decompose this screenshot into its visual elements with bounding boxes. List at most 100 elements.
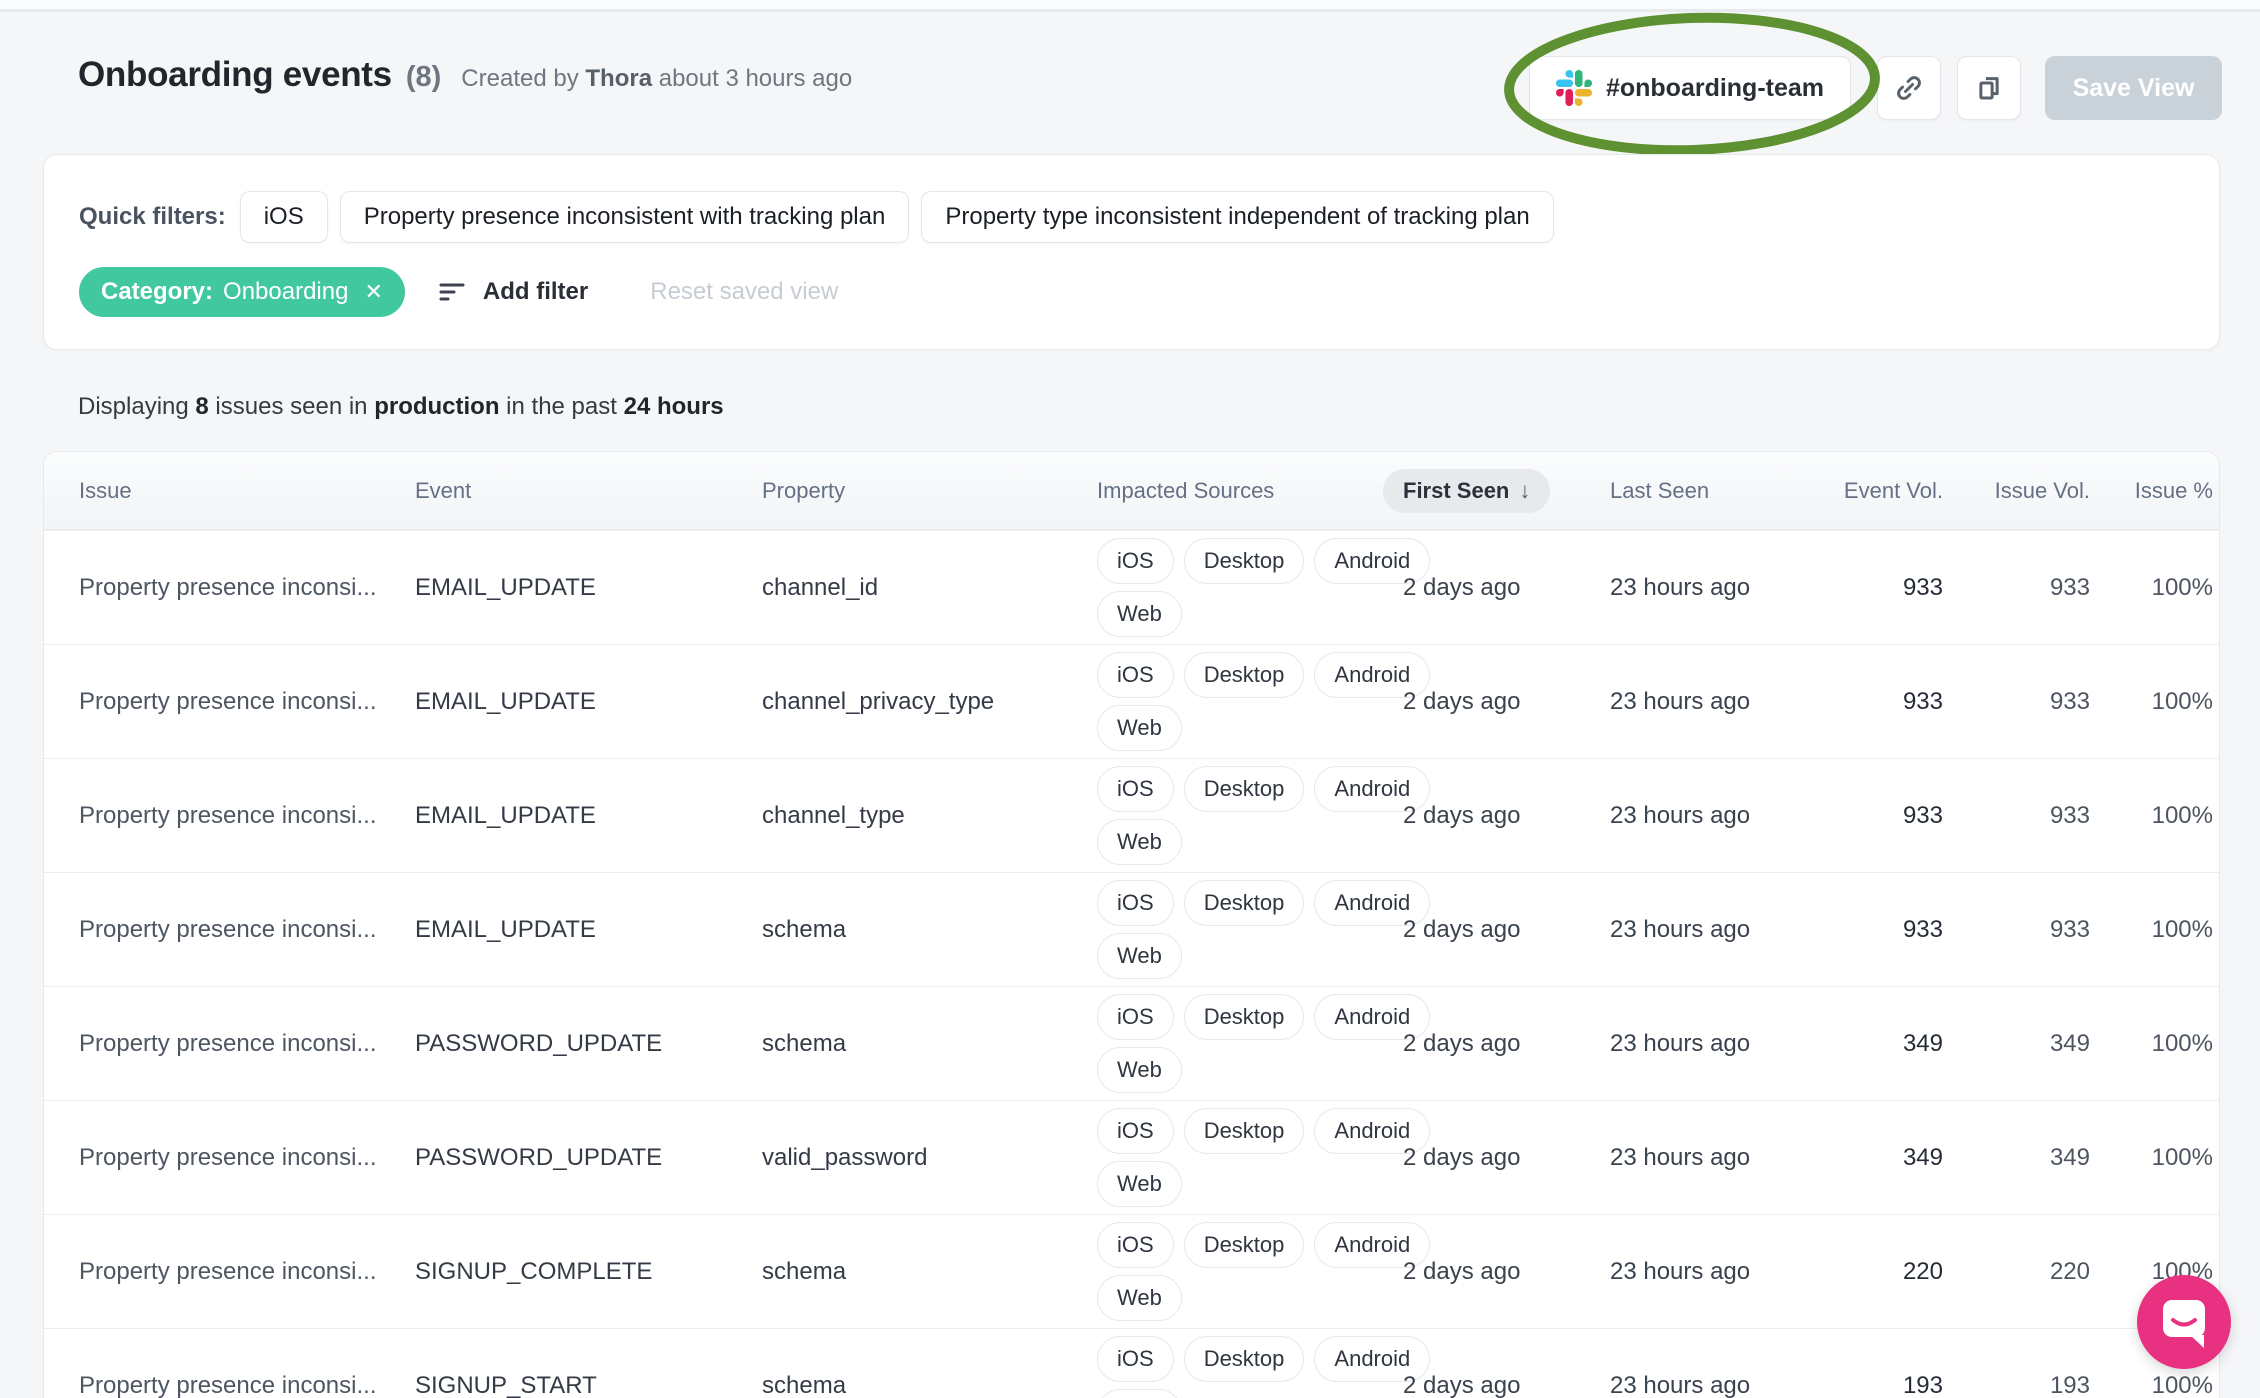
column-header-property[interactable]: Property xyxy=(762,478,1097,504)
issue-vol-cell: 349 xyxy=(2049,1029,2090,1057)
first-seen-cell: 2 days ago xyxy=(1403,1143,1521,1171)
table-row[interactable]: Property presence inconsi... EMAIL_UPDAT… xyxy=(44,644,2219,758)
quick-filter-button[interactable]: iOS xyxy=(239,191,328,243)
active-filters-row: Category: Onboarding ✕ Add filter Reset … xyxy=(79,267,838,317)
slack-icon xyxy=(1555,70,1592,106)
event-vol-cell: 933 xyxy=(1902,687,1943,715)
sort-pill[interactable]: First Seen ↓ xyxy=(1383,468,1551,513)
event-cell: SIGNUP_COMPLETE xyxy=(415,1257,653,1285)
table-row[interactable]: Property presence inconsi... PASSWORD_UP… xyxy=(44,1100,2219,1214)
source-pill: iOS xyxy=(1097,766,1174,812)
table-row[interactable]: Property presence inconsi... EMAIL_UPDAT… xyxy=(44,872,2219,986)
category-filter-chip[interactable]: Category: Onboarding ✕ xyxy=(79,267,405,317)
slack-channel-button[interactable]: #onboarding-team xyxy=(1529,56,1851,120)
issue-vol-cell: 933 xyxy=(2049,801,2090,829)
copy-icon xyxy=(1979,77,1999,100)
column-header-issue[interactable]: Issue xyxy=(79,478,415,504)
issue-cell: Property presence inconsi... xyxy=(79,1371,377,1398)
source-pill: Web xyxy=(1097,1275,1182,1321)
page-title: Onboarding events xyxy=(78,55,392,94)
source-pill: Web xyxy=(1097,705,1182,751)
first-seen-cell: 2 days ago xyxy=(1403,687,1521,715)
last-seen-cell: 23 hours ago xyxy=(1610,915,1751,943)
source-pill: iOS xyxy=(1097,1108,1174,1154)
source-pill: iOS xyxy=(1097,880,1174,926)
column-header-first-seen[interactable]: First Seen ↓ xyxy=(1383,468,1610,513)
issue-cell: Property presence inconsi... xyxy=(79,915,377,943)
source-pill: Web xyxy=(1097,819,1182,865)
column-header-issue-pct[interactable]: Issue % xyxy=(2090,478,2213,504)
source-pill: iOS xyxy=(1097,1222,1174,1268)
author-name: Thora xyxy=(585,65,653,92)
event-cell: PASSWORD_UPDATE xyxy=(415,1029,663,1057)
issue-count-badge: (8) xyxy=(405,61,442,93)
last-seen-cell: 23 hours ago xyxy=(1610,801,1751,829)
table-row[interactable]: Property presence inconsi... SIGNUP_STAR… xyxy=(44,1328,2219,1398)
chat-bubble-icon xyxy=(2163,1300,2205,1348)
source-pill: Desktop xyxy=(1183,1336,1305,1382)
slack-channel-label: #onboarding-team xyxy=(1605,73,1825,102)
issue-pct-cell: 100% xyxy=(2151,1029,2213,1057)
source-pill: Web xyxy=(1097,1047,1182,1093)
source-pill: Desktop xyxy=(1183,766,1305,812)
table-row[interactable]: Property presence inconsi... EMAIL_UPDAT… xyxy=(44,758,2219,872)
issue-vol-cell: 933 xyxy=(2049,573,2090,601)
results-summary: Displaying 8 issues seen in production i… xyxy=(78,393,724,420)
issue-pct-cell: 100% xyxy=(2151,573,2213,601)
event-vol-cell: 220 xyxy=(1902,1257,1943,1285)
duplicate-view-button[interactable] xyxy=(1957,56,2021,120)
issue-pct-cell: 100% xyxy=(2151,801,2213,829)
event-vol-cell: 349 xyxy=(1902,1029,1943,1057)
property-cell: schema xyxy=(762,1029,847,1057)
page-header: Onboarding events (8) Created by Thora a… xyxy=(78,55,852,95)
add-filter-button[interactable]: Add filter xyxy=(437,278,588,306)
impacted-sources: iOSDesktopAndroidWeb xyxy=(1097,538,1431,637)
source-pill: Desktop xyxy=(1183,1222,1305,1268)
event-cell: EMAIL_UPDATE xyxy=(415,687,596,715)
event-cell: SIGNUP_START xyxy=(415,1371,597,1398)
property-cell: channel_id xyxy=(762,573,879,601)
source-pill: Desktop xyxy=(1183,652,1305,698)
issue-pct-cell: 100% xyxy=(2151,1143,2213,1171)
remove-filter-icon[interactable]: ✕ xyxy=(364,279,382,305)
event-cell: EMAIL_UPDATE xyxy=(415,915,596,943)
first-seen-cell: 2 days ago xyxy=(1403,1029,1521,1057)
issue-pct-cell: 100% xyxy=(2151,915,2213,943)
chip-label: Category: xyxy=(101,278,214,305)
quick-filters-row: Quick filters: iOS Property presence inc… xyxy=(79,191,1554,243)
source-pill: Web xyxy=(1097,591,1182,637)
created-by-text: Created by Thora about 3 hours ago xyxy=(461,65,853,92)
chat-launcher-button[interactable] xyxy=(2137,1275,2231,1369)
save-view-button[interactable]: Save View xyxy=(2045,56,2222,120)
reset-saved-view-button[interactable]: Reset saved view xyxy=(650,278,838,306)
table-header-row: Issue Event Property Impacted Sources Fi… xyxy=(44,452,2219,530)
event-cell: PASSWORD_UPDATE xyxy=(415,1143,663,1171)
quick-filter-button[interactable]: Property presence inconsistent with trac… xyxy=(339,191,910,243)
first-seen-cell: 2 days ago xyxy=(1403,573,1521,601)
impacted-sources: iOSDesktopAndroidWeb xyxy=(1097,652,1431,751)
first-seen-cell: 2 days ago xyxy=(1403,1371,1521,1398)
issue-cell: Property presence inconsi... xyxy=(79,1029,377,1057)
window-top-strip xyxy=(0,0,2260,9)
last-seen-cell: 23 hours ago xyxy=(1610,1143,1751,1171)
issue-vol-cell: 220 xyxy=(2049,1257,2090,1285)
table-row[interactable]: Property presence inconsi... PASSWORD_UP… xyxy=(44,986,2219,1100)
quick-filters-label: Quick filters: xyxy=(79,203,226,230)
column-header-last-seen[interactable]: Last Seen xyxy=(1610,478,1790,504)
column-header-event[interactable]: Event xyxy=(415,478,762,504)
copy-link-button[interactable] xyxy=(1877,56,1941,120)
add-filter-label: Add filter xyxy=(482,278,589,305)
table-row[interactable]: Property presence inconsi... EMAIL_UPDAT… xyxy=(44,530,2219,644)
top-divider xyxy=(0,9,2260,12)
event-vol-cell: 193 xyxy=(1902,1371,1943,1398)
table-row[interactable]: Property presence inconsi... SIGNUP_COMP… xyxy=(44,1214,2219,1328)
quick-filter-button[interactable]: Property type inconsistent independent o… xyxy=(921,191,1554,243)
column-header-event-vol[interactable]: Event Vol. xyxy=(1790,478,1943,504)
issue-vol-cell: 349 xyxy=(2049,1143,2090,1171)
summary-count: 8 xyxy=(195,393,209,420)
property-cell: channel_type xyxy=(762,801,905,829)
column-header-impacted-sources[interactable]: Impacted Sources xyxy=(1097,478,1403,504)
impacted-sources: iOSDesktopAndroidWeb xyxy=(1097,1336,1431,1398)
last-seen-cell: 23 hours ago xyxy=(1610,1371,1751,1398)
column-header-issue-vol[interactable]: Issue Vol. xyxy=(1943,478,2090,504)
